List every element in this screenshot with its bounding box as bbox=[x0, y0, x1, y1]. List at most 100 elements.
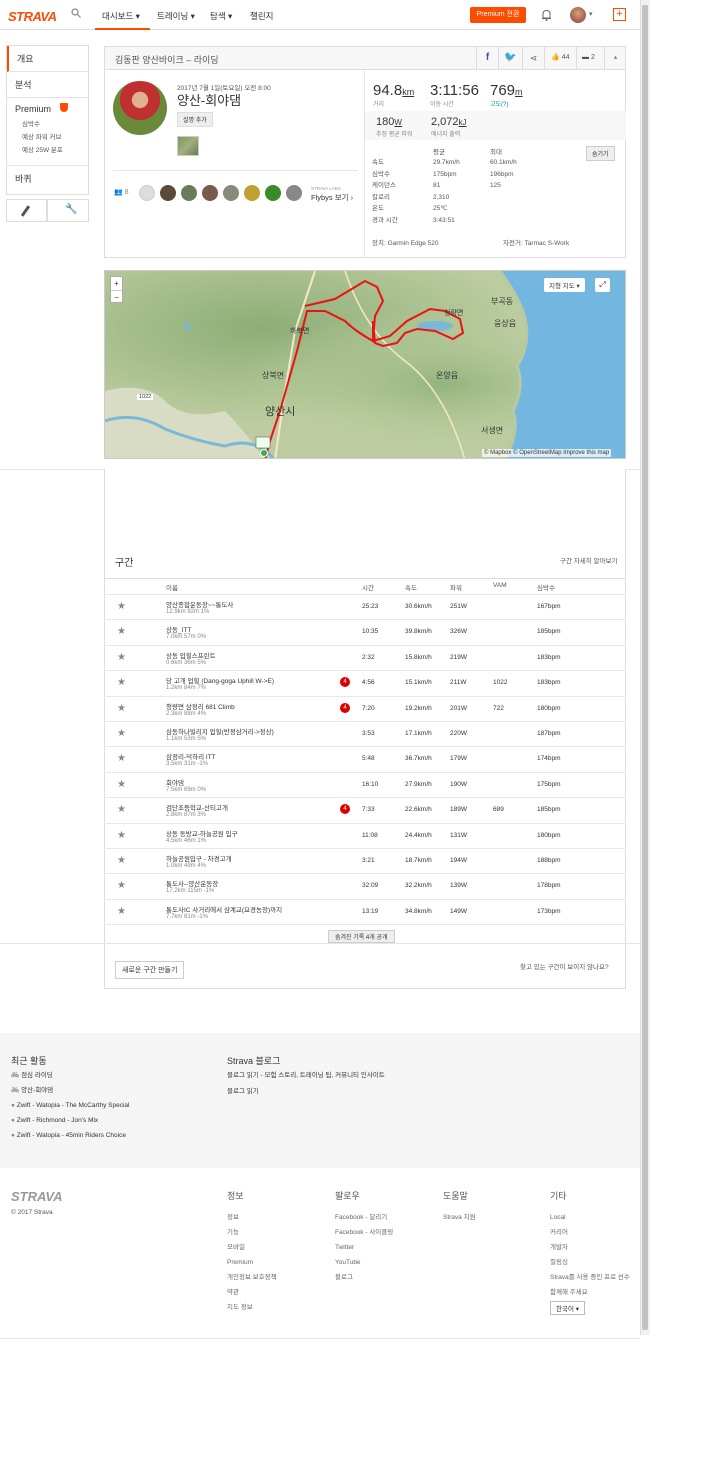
edit-button[interactable] bbox=[6, 199, 47, 222]
add-description-button[interactable]: 설명 추가 bbox=[177, 112, 213, 127]
segment-row[interactable]: ★ 회야댐 7.5km 69m 0% 16:10 27.9km/h 190W 175bpm bbox=[104, 771, 626, 797]
segment-name[interactable]: 청량면 삼정리 681 Climb bbox=[166, 701, 235, 711]
segment-row[interactable]: ★ 청량면 삼정리 681 Climb 2.3km 88m 4% 4 7:20 19.2k… bbox=[104, 695, 626, 721]
segment-name[interactable]: 상동 동방교-하늘공원 입구 bbox=[166, 828, 238, 838]
sidebar-bike[interactable]: 바퀴 bbox=[7, 165, 88, 191]
footer-link[interactable]: YouTube bbox=[335, 1255, 393, 1270]
footer-link[interactable]: Strava를 사용 중인 프로 선수 bbox=[550, 1270, 630, 1285]
missing-segment-link[interactable]: 찾고 있는 구간이 보이지 않나요? bbox=[520, 961, 609, 971]
segment-row[interactable]: ★ 검단초등학교-산티고개 2.8km 87m 3% 4 7:33 22.6km/h 189… bbox=[104, 797, 626, 822]
elevation-label[interactable]: 고도(?) bbox=[490, 99, 508, 108]
col-heart-rate[interactable]: 심박수 bbox=[537, 582, 555, 592]
nav-training[interactable]: 트레이닝 ▾ bbox=[157, 10, 195, 22]
sidebar-premium[interactable]: Premium bbox=[7, 98, 88, 116]
athlete-avatar[interactable] bbox=[113, 81, 167, 135]
col-power[interactable]: 파워 bbox=[450, 582, 462, 592]
kudoer-avatar[interactable] bbox=[265, 185, 281, 201]
recent-activity[interactable]: 🚲︎ 점심 라이딩 bbox=[11, 1068, 129, 1083]
sidebar-analysis[interactable]: 분석 bbox=[7, 72, 88, 98]
segment-name[interactable]: 상동_ITT bbox=[166, 624, 191, 634]
star-icon[interactable]: ★ bbox=[117, 677, 126, 688]
user-avatar[interactable] bbox=[570, 7, 586, 23]
twitter-share-icon[interactable]: 🐦 bbox=[498, 46, 522, 70]
kom-rank-badge[interactable]: 4 bbox=[340, 702, 350, 713]
sidebar-power-dist[interactable]: 예상 25W 분포 bbox=[22, 144, 73, 157]
recent-activity[interactable]: ● Zwift - Watopia - The McCarthy Special bbox=[11, 1098, 129, 1113]
map-canvas[interactable] bbox=[105, 271, 626, 459]
segment-row[interactable]: ★ 삼동하나빌리지 업힐(반정삼거리->정상) 1.1km 53m 5% 3:53 17… bbox=[104, 721, 626, 746]
segment-name[interactable]: 통도사IC 사거리에서 삼계교(요경농장)까지 bbox=[166, 904, 282, 914]
kudoer-avatar[interactable] bbox=[223, 185, 239, 201]
kudoer-avatar[interactable] bbox=[244, 185, 260, 201]
footer-link[interactable]: 커리어 bbox=[550, 1225, 630, 1240]
segment-name[interactable]: 상동 업힐스프린트 bbox=[166, 650, 216, 660]
wrench-button[interactable]: 🔧 bbox=[47, 199, 89, 222]
blog-read-link[interactable]: 블로그 읽기 bbox=[227, 1085, 259, 1095]
kudoer-avatar[interactable] bbox=[202, 185, 218, 201]
footer-link[interactable]: Facebook - 달리기 bbox=[335, 1210, 393, 1225]
segments-learn-more-link[interactable]: 구간 자세히 알아보기 bbox=[560, 555, 617, 565]
facebook-share-icon[interactable]: f bbox=[476, 46, 498, 70]
segment-name[interactable]: 검단초등학교-산티고개 bbox=[166, 802, 228, 812]
footer-link[interactable]: 정보 bbox=[227, 1210, 277, 1225]
footer-link[interactable]: Strava 지원 bbox=[443, 1210, 476, 1225]
segment-name[interactable]: 회야댐 bbox=[166, 777, 184, 787]
segment-row[interactable]: ★ 상동 업힐스프린트 0.6km 36m 5% 2:32 15.8km/h 219W 18… bbox=[104, 644, 626, 670]
kom-rank-badge[interactable]: 4 bbox=[340, 677, 350, 688]
footer-link[interactable]: 개발자 bbox=[550, 1240, 630, 1255]
fullscreen-icon[interactable]: ⤢ bbox=[595, 278, 610, 292]
star-icon[interactable]: ★ bbox=[117, 855, 126, 866]
footer-link[interactable]: 지도 정보 bbox=[227, 1300, 277, 1315]
footer-link[interactable]: Premium bbox=[227, 1255, 277, 1270]
share-icon[interactable]: ⋖ bbox=[522, 46, 544, 70]
chevron-down-icon[interactable]: ▾ bbox=[589, 10, 593, 18]
nav-dashboard[interactable]: 대시보드 ▾ bbox=[102, 10, 140, 22]
col-speed[interactable]: 속도 bbox=[405, 582, 417, 592]
segment-row[interactable]: ★ 양산종합운동장~~통도사 12.9km 92m 1% 25:23 30.6km/h 2… bbox=[104, 594, 626, 619]
footer-link[interactable]: Twitter bbox=[335, 1240, 393, 1255]
col-name[interactable]: 이름 bbox=[166, 582, 178, 592]
footer-link[interactable]: 약관 bbox=[227, 1285, 277, 1300]
segment-row[interactable]: ★ 통도사IC 사거리에서 삼계교(요경농장)까지 7.7km 81m -1% 13:… bbox=[104, 898, 626, 924]
nav-challenges[interactable]: 챌린지 bbox=[250, 10, 273, 22]
photo-marker[interactable] bbox=[255, 436, 271, 449]
search-icon[interactable] bbox=[71, 8, 81, 18]
show-hidden-efforts-button[interactable]: 숨겨진 기록 4개 공개 bbox=[328, 930, 395, 943]
footer-link[interactable]: 개인정보 보호정책 bbox=[227, 1270, 277, 1285]
scrollbar-thumb[interactable] bbox=[642, 5, 648, 1330]
footer-link[interactable]: Facebook - 사이클링 bbox=[335, 1225, 393, 1240]
segment-name[interactable]: 하늘공원입구 - 차경고개 bbox=[166, 853, 232, 863]
zoom-in-button[interactable]: + bbox=[111, 277, 122, 290]
star-icon[interactable]: ★ bbox=[117, 880, 126, 891]
activity-photo[interactable] bbox=[177, 136, 199, 156]
star-icon[interactable]: ★ bbox=[117, 601, 126, 612]
star-icon[interactable]: ★ bbox=[117, 703, 126, 714]
segment-name[interactable]: 삼정리-덕하리 ITT bbox=[166, 751, 216, 761]
kudoer-avatar[interactable] bbox=[139, 185, 155, 201]
language-select[interactable]: 한국어 ▾ bbox=[550, 1301, 586, 1315]
recent-activity[interactable]: ● Zwift - Richmond - Jon's Mix bbox=[11, 1113, 129, 1128]
segment-row[interactable]: ★ 통도사--양산운동장 17.2km 115m -1% 32:09 32.2km/h 1… bbox=[104, 873, 626, 898]
star-icon[interactable]: ★ bbox=[117, 906, 126, 917]
segment-row[interactable]: ★ 하늘공원입구 - 차경고개 1.0km 49m 4% 3:21 18.7km/h 19… bbox=[104, 848, 626, 873]
create-segment-button[interactable]: 새로운 구간 만들기 bbox=[115, 961, 185, 979]
segment-row[interactable]: ★ 삼정리-덕하리 ITT 3.5km 31m -1% 5:48 36.7km/h 179… bbox=[104, 746, 626, 771]
footer-link[interactable]: Local bbox=[550, 1210, 630, 1225]
sidebar-power-curve[interactable]: 예상 파워 커브 bbox=[22, 131, 73, 144]
sidebar-heart-rate[interactable]: 심박수 bbox=[22, 118, 73, 131]
comments-button[interactable]: ▬ 2 bbox=[576, 46, 604, 70]
premium-upgrade-button[interactable]: Premium 전환 bbox=[470, 7, 526, 23]
star-icon[interactable]: ★ bbox=[117, 728, 126, 739]
kudoer-avatar[interactable] bbox=[286, 185, 302, 201]
kudos-button[interactable]: 👍 44 bbox=[544, 46, 576, 70]
segment-name[interactable]: 삼동하나빌리지 업힐(반정삼거리->정상) bbox=[166, 726, 274, 736]
col-vam[interactable]: VAM bbox=[493, 582, 507, 589]
route-map[interactable] bbox=[104, 270, 626, 459]
segment-row[interactable]: ★ 상동 동방교-하늘공원 입구 4.5km 46m 1% 11:08 24.4km/h… bbox=[104, 822, 626, 848]
flybys-link[interactable]: Flybys 보기 › bbox=[311, 192, 353, 203]
star-icon[interactable]: ★ bbox=[117, 652, 126, 663]
star-icon[interactable]: ★ bbox=[117, 779, 126, 790]
add-icon[interactable]: + bbox=[613, 8, 626, 21]
bell-icon[interactable] bbox=[541, 9, 552, 23]
footer-link[interactable]: 질링싱 bbox=[550, 1255, 630, 1270]
